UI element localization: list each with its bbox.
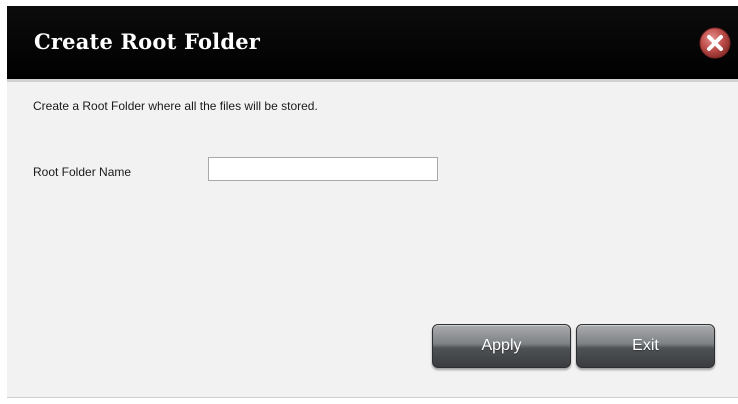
close-x-circle-icon (699, 27, 731, 59)
close-icon[interactable] (699, 27, 731, 59)
dialog-titlebar: Create Root Folder (7, 6, 738, 79)
root-folder-name-label: Root Folder Name (33, 165, 132, 179)
dialog-title: Create Root Folder (34, 29, 261, 54)
create-root-folder-dialog: Create Root Folder Create a Root Folder … (7, 6, 738, 398)
dialog-description: Create a Root Folder where all the files… (33, 99, 318, 113)
dialog-content: Create a Root Folder where all the files… (7, 82, 738, 398)
root-folder-name-input[interactable] (208, 157, 438, 181)
dialog-bottom-edge (7, 397, 738, 398)
exit-button[interactable]: Exit (576, 324, 715, 368)
apply-button[interactable]: Apply (432, 324, 571, 368)
